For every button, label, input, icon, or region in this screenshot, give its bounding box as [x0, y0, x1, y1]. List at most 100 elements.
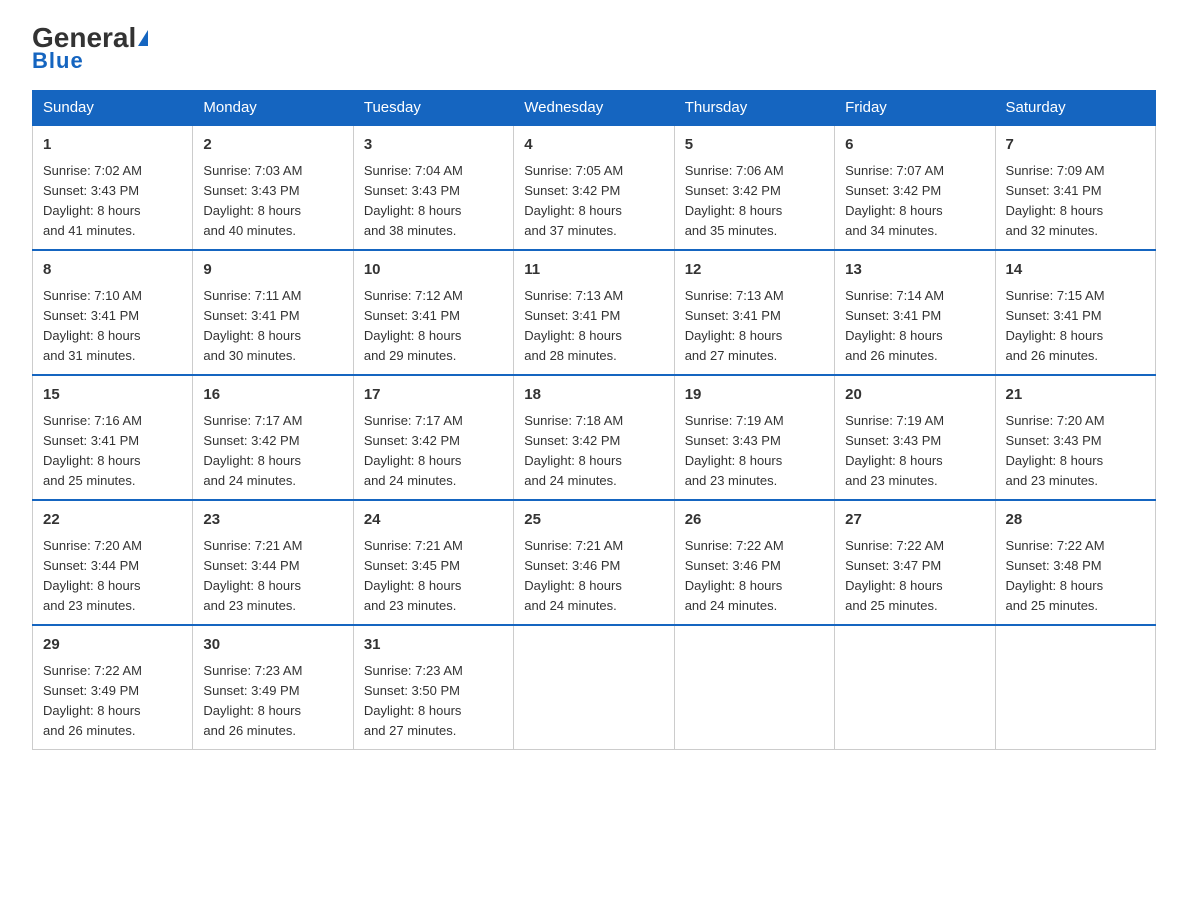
calendar-day-cell: 14 Sunrise: 7:15 AM Sunset: 3:41 PM Dayl… [995, 250, 1155, 375]
calendar-day-cell: 2 Sunrise: 7:03 AM Sunset: 3:43 PM Dayli… [193, 125, 353, 250]
day-info: Sunrise: 7:04 AM Sunset: 3:43 PM Dayligh… [364, 161, 503, 242]
day-number: 23 [203, 509, 342, 532]
day-info: Sunrise: 7:05 AM Sunset: 3:42 PM Dayligh… [524, 161, 663, 242]
day-info: Sunrise: 7:17 AM Sunset: 3:42 PM Dayligh… [203, 411, 342, 492]
calendar-day-cell: 23 Sunrise: 7:21 AM Sunset: 3:44 PM Dayl… [193, 500, 353, 625]
calendar-day-cell: 21 Sunrise: 7:20 AM Sunset: 3:43 PM Dayl… [995, 375, 1155, 500]
day-number: 29 [43, 634, 182, 657]
calendar-day-cell: 28 Sunrise: 7:22 AM Sunset: 3:48 PM Dayl… [995, 500, 1155, 625]
calendar-day-cell: 9 Sunrise: 7:11 AM Sunset: 3:41 PM Dayli… [193, 250, 353, 375]
day-number: 6 [845, 134, 984, 157]
day-info: Sunrise: 7:19 AM Sunset: 3:43 PM Dayligh… [685, 411, 824, 492]
day-info: Sunrise: 7:14 AM Sunset: 3:41 PM Dayligh… [845, 286, 984, 367]
day-info: Sunrise: 7:12 AM Sunset: 3:41 PM Dayligh… [364, 286, 503, 367]
day-info: Sunrise: 7:20 AM Sunset: 3:43 PM Dayligh… [1006, 411, 1145, 492]
day-number: 21 [1006, 384, 1145, 407]
day-number: 28 [1006, 509, 1145, 532]
logo: General Blue [32, 24, 148, 74]
calendar-day-cell: 8 Sunrise: 7:10 AM Sunset: 3:41 PM Dayli… [33, 250, 193, 375]
day-number: 5 [685, 134, 824, 157]
day-number: 30 [203, 634, 342, 657]
calendar-day-cell: 27 Sunrise: 7:22 AM Sunset: 3:47 PM Dayl… [835, 500, 995, 625]
calendar-day-cell: 7 Sunrise: 7:09 AM Sunset: 3:41 PM Dayli… [995, 125, 1155, 250]
calendar-day-cell: 6 Sunrise: 7:07 AM Sunset: 3:42 PM Dayli… [835, 125, 995, 250]
calendar-day-cell: 4 Sunrise: 7:05 AM Sunset: 3:42 PM Dayli… [514, 125, 674, 250]
day-number: 27 [845, 509, 984, 532]
day-info: Sunrise: 7:22 AM Sunset: 3:48 PM Dayligh… [1006, 536, 1145, 617]
calendar-day-cell [674, 625, 834, 750]
day-info: Sunrise: 7:15 AM Sunset: 3:41 PM Dayligh… [1006, 286, 1145, 367]
day-info: Sunrise: 7:09 AM Sunset: 3:41 PM Dayligh… [1006, 161, 1145, 242]
header-monday: Monday [193, 91, 353, 126]
day-info: Sunrise: 7:10 AM Sunset: 3:41 PM Dayligh… [43, 286, 182, 367]
calendar-day-cell: 30 Sunrise: 7:23 AM Sunset: 3:49 PM Dayl… [193, 625, 353, 750]
logo-blue-text: Blue [32, 48, 84, 74]
calendar-day-cell: 20 Sunrise: 7:19 AM Sunset: 3:43 PM Dayl… [835, 375, 995, 500]
calendar-day-cell: 15 Sunrise: 7:16 AM Sunset: 3:41 PM Dayl… [33, 375, 193, 500]
day-number: 7 [1006, 134, 1145, 157]
header-saturday: Saturday [995, 91, 1155, 126]
calendar-day-cell: 31 Sunrise: 7:23 AM Sunset: 3:50 PM Dayl… [353, 625, 513, 750]
day-info: Sunrise: 7:16 AM Sunset: 3:41 PM Dayligh… [43, 411, 182, 492]
day-info: Sunrise: 7:23 AM Sunset: 3:49 PM Dayligh… [203, 661, 342, 742]
calendar-day-cell: 25 Sunrise: 7:21 AM Sunset: 3:46 PM Dayl… [514, 500, 674, 625]
calendar-day-cell: 24 Sunrise: 7:21 AM Sunset: 3:45 PM Dayl… [353, 500, 513, 625]
calendar-day-cell: 13 Sunrise: 7:14 AM Sunset: 3:41 PM Dayl… [835, 250, 995, 375]
day-number: 11 [524, 259, 663, 282]
calendar-day-cell: 11 Sunrise: 7:13 AM Sunset: 3:41 PM Dayl… [514, 250, 674, 375]
day-number: 24 [364, 509, 503, 532]
day-info: Sunrise: 7:02 AM Sunset: 3:43 PM Dayligh… [43, 161, 182, 242]
day-info: Sunrise: 7:18 AM Sunset: 3:42 PM Dayligh… [524, 411, 663, 492]
day-number: 14 [1006, 259, 1145, 282]
day-info: Sunrise: 7:11 AM Sunset: 3:41 PM Dayligh… [203, 286, 342, 367]
calendar-day-cell: 10 Sunrise: 7:12 AM Sunset: 3:41 PM Dayl… [353, 250, 513, 375]
day-number: 18 [524, 384, 663, 407]
day-info: Sunrise: 7:20 AM Sunset: 3:44 PM Dayligh… [43, 536, 182, 617]
day-info: Sunrise: 7:19 AM Sunset: 3:43 PM Dayligh… [845, 411, 984, 492]
day-number: 22 [43, 509, 182, 532]
day-number: 17 [364, 384, 503, 407]
calendar-day-cell: 16 Sunrise: 7:17 AM Sunset: 3:42 PM Dayl… [193, 375, 353, 500]
day-number: 4 [524, 134, 663, 157]
day-number: 8 [43, 259, 182, 282]
calendar-day-cell: 5 Sunrise: 7:06 AM Sunset: 3:42 PM Dayli… [674, 125, 834, 250]
calendar-day-cell: 12 Sunrise: 7:13 AM Sunset: 3:41 PM Dayl… [674, 250, 834, 375]
day-number: 1 [43, 134, 182, 157]
calendar-table: SundayMondayTuesdayWednesdayThursdayFrid… [32, 90, 1156, 750]
header-friday: Friday [835, 91, 995, 126]
day-number: 3 [364, 134, 503, 157]
day-info: Sunrise: 7:06 AM Sunset: 3:42 PM Dayligh… [685, 161, 824, 242]
day-info: Sunrise: 7:03 AM Sunset: 3:43 PM Dayligh… [203, 161, 342, 242]
day-info: Sunrise: 7:13 AM Sunset: 3:41 PM Dayligh… [524, 286, 663, 367]
calendar-day-cell [835, 625, 995, 750]
calendar-week-row: 1 Sunrise: 7:02 AM Sunset: 3:43 PM Dayli… [33, 125, 1156, 250]
day-info: Sunrise: 7:21 AM Sunset: 3:45 PM Dayligh… [364, 536, 503, 617]
header-tuesday: Tuesday [353, 91, 513, 126]
calendar-week-row: 22 Sunrise: 7:20 AM Sunset: 3:44 PM Dayl… [33, 500, 1156, 625]
day-number: 26 [685, 509, 824, 532]
calendar-day-cell: 29 Sunrise: 7:22 AM Sunset: 3:49 PM Dayl… [33, 625, 193, 750]
calendar-day-cell: 1 Sunrise: 7:02 AM Sunset: 3:43 PM Dayli… [33, 125, 193, 250]
calendar-week-row: 8 Sunrise: 7:10 AM Sunset: 3:41 PM Dayli… [33, 250, 1156, 375]
calendar-day-cell [514, 625, 674, 750]
day-info: Sunrise: 7:23 AM Sunset: 3:50 PM Dayligh… [364, 661, 503, 742]
calendar-day-cell: 17 Sunrise: 7:17 AM Sunset: 3:42 PM Dayl… [353, 375, 513, 500]
day-info: Sunrise: 7:22 AM Sunset: 3:49 PM Dayligh… [43, 661, 182, 742]
page-header: General Blue [32, 24, 1156, 74]
calendar-day-cell: 26 Sunrise: 7:22 AM Sunset: 3:46 PM Dayl… [674, 500, 834, 625]
day-number: 12 [685, 259, 824, 282]
day-info: Sunrise: 7:17 AM Sunset: 3:42 PM Dayligh… [364, 411, 503, 492]
day-number: 20 [845, 384, 984, 407]
day-info: Sunrise: 7:21 AM Sunset: 3:46 PM Dayligh… [524, 536, 663, 617]
day-number: 2 [203, 134, 342, 157]
calendar-day-cell: 19 Sunrise: 7:19 AM Sunset: 3:43 PM Dayl… [674, 375, 834, 500]
day-info: Sunrise: 7:13 AM Sunset: 3:41 PM Dayligh… [685, 286, 824, 367]
day-info: Sunrise: 7:22 AM Sunset: 3:47 PM Dayligh… [845, 536, 984, 617]
calendar-header-row: SundayMondayTuesdayWednesdayThursdayFrid… [33, 91, 1156, 126]
day-number: 10 [364, 259, 503, 282]
day-info: Sunrise: 7:22 AM Sunset: 3:46 PM Dayligh… [685, 536, 824, 617]
header-wednesday: Wednesday [514, 91, 674, 126]
header-sunday: Sunday [33, 91, 193, 126]
header-thursday: Thursday [674, 91, 834, 126]
day-info: Sunrise: 7:07 AM Sunset: 3:42 PM Dayligh… [845, 161, 984, 242]
